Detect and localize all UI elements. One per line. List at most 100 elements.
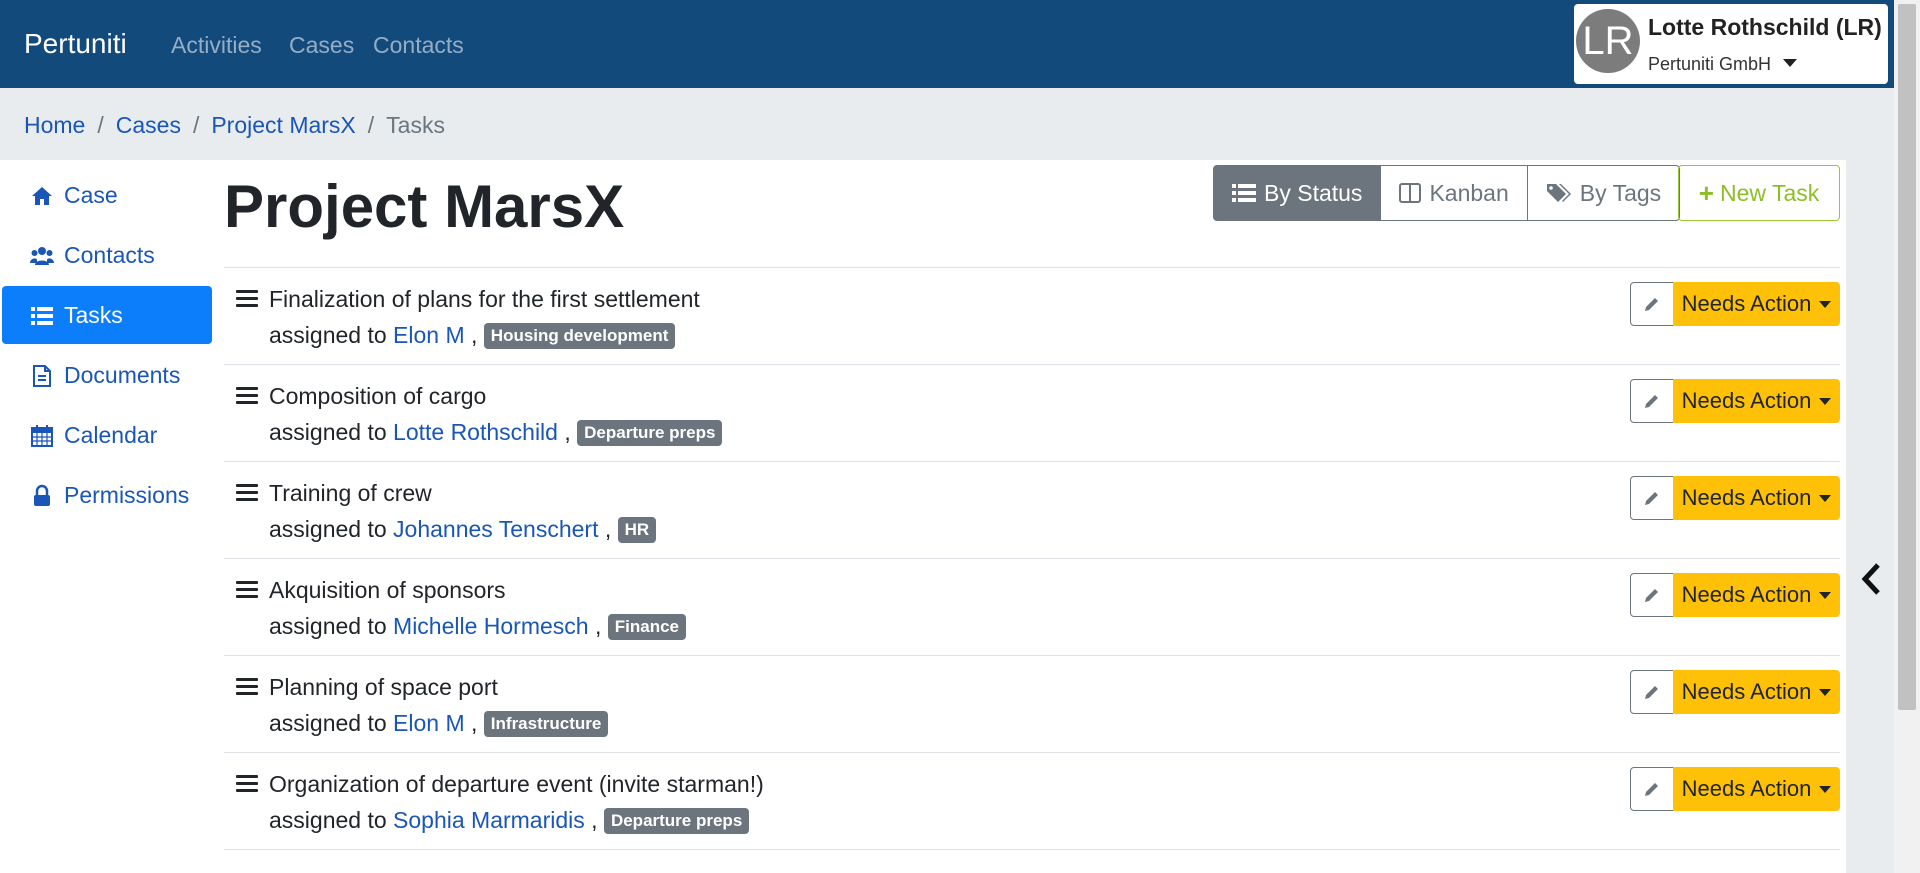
task-row: Finalization of plans for the first sett… [224,268,1840,365]
pencil-icon [1645,589,1658,602]
pencil-icon [1645,492,1658,505]
pencil-icon [1645,298,1658,311]
scrollbar-thumb[interactable] [1898,4,1916,710]
brand-logo[interactable]: Pertuniti [24,28,127,60]
breadcrumb-current: Tasks [386,112,445,138]
status-dropdown[interactable]: Needs Action [1673,573,1840,617]
edit-button[interactable] [1630,767,1674,811]
edit-button[interactable] [1630,670,1674,714]
breadcrumb: Home / Cases / Project MarsX / Tasks [24,112,445,139]
sidebar-item-label: Tasks [64,302,123,328]
view-kanban-button[interactable]: Kanban [1380,165,1528,221]
task-meta: assigned to Elon M , Infrastructure [269,710,609,737]
drag-handle-icon[interactable] [236,775,258,793]
view-by-tags-button[interactable]: By Tags [1526,165,1681,221]
assignee-link[interactable]: Michelle Hormesch [393,613,589,639]
task-title: Finalization of plans for the first sett… [269,286,700,312]
task-title: Composition of cargo [269,383,487,409]
sidebar-item-label: Calendar [64,422,158,448]
task-row: Akquisition of sponsors assigned to Mich… [224,559,1840,656]
drag-handle-icon[interactable] [236,581,258,599]
assigned-label: assigned to [269,322,387,348]
columns-icon [1399,183,1422,203]
sidebar-item-permissions[interactable]: Permissions [2,466,212,524]
drag-handle-icon[interactable] [236,484,258,502]
edit-button[interactable] [1630,573,1674,617]
status-dropdown[interactable]: Needs Action [1673,379,1840,423]
assignee-link[interactable]: Sophia Marmaridis [393,807,585,833]
status-dropdown[interactable]: Needs Action [1673,767,1840,811]
pencil-icon [1645,686,1658,699]
pencil-icon [1645,783,1658,796]
breadcrumb-project[interactable]: Project MarsX [211,112,355,138]
status-dropdown[interactable]: Needs Action [1673,476,1840,520]
tag-badge: Departure preps [577,420,723,446]
user-org: Pertuniti GmbH [1648,54,1798,75]
user-org-label: Pertuniti GmbH [1648,54,1772,74]
drag-handle-icon[interactable] [236,387,258,405]
tag-badge: Housing development [483,323,676,349]
assignee-link[interactable]: Lotte Rothschild [393,419,558,445]
assignee-link[interactable]: Elon M [393,710,465,736]
task-meta: assigned to Lotte Rothschild , Departure… [269,419,723,446]
edit-button[interactable] [1630,379,1674,423]
task-list: Finalization of plans for the first sett… [224,267,1840,850]
sidebar-item-documents[interactable]: Documents [2,346,212,404]
nav-link-contacts[interactable]: Contacts [373,32,464,59]
drag-handle-icon[interactable] [236,678,258,696]
chevron-down-icon [1819,591,1832,599]
sidebar-item-label: Permissions [64,482,190,508]
breadcrumb-separator: / [367,112,375,138]
drag-handle-icon[interactable] [236,290,258,308]
chevron-down-icon [1819,494,1832,502]
breadcrumb-cases[interactable]: Cases [116,112,181,138]
view-label: Kanban [1429,179,1509,206]
edit-button[interactable] [1630,282,1674,326]
chevron-down-icon [1819,785,1832,793]
task-row: Planning of space port assigned to Elon … [224,656,1840,753]
assignee-link[interactable]: Johannes Tenschert [393,516,598,542]
users-icon [30,247,54,265]
chevron-down-icon[interactable] [1783,59,1798,67]
nav-link-cases[interactable]: Cases [289,32,354,59]
status-label: Needs Action [1681,291,1812,316]
sidebar-item-label: Contacts [64,242,155,268]
list-icon [1232,184,1256,202]
assigned-label: assigned to [269,613,387,639]
sidebar-item-label: Case [64,182,118,208]
task-meta: assigned to Elon M , Housing development [269,322,676,349]
breadcrumb-home[interactable]: Home [24,112,85,138]
task-title: Planning of space port [269,674,498,700]
status-dropdown[interactable]: Needs Action [1673,670,1840,714]
sidebar-item-tasks[interactable]: Tasks [2,286,212,344]
user-menu[interactable]: LR Lotte Rothschild (LR) Pertuniti GmbH [1574,4,1888,84]
sidebar-item-calendar[interactable]: Calendar [2,406,212,464]
task-title: Organization of departure event (invite … [269,771,764,797]
home-icon [32,187,52,205]
view-label: By Tags [1579,179,1662,206]
new-task-button[interactable]: + New Task [1678,165,1840,221]
status-label: Needs Action [1681,485,1812,510]
sidebar-item-label: Documents [64,362,181,388]
tag-badge: Infrastructure [483,711,609,737]
nav-link-activities[interactable]: Activities [171,32,262,59]
view-label: By Status [1264,179,1363,206]
status-dropdown[interactable]: Needs Action [1673,282,1840,326]
avatar: LR [1576,9,1640,73]
chevron-left-icon[interactable] [1860,562,1882,596]
view-toggle-group: By Status Kanban By Tags [1213,165,1681,221]
edit-button[interactable] [1630,476,1674,520]
user-name: Lotte Rothschild (LR) [1648,14,1882,40]
tag-badge: Finance [607,614,687,640]
view-by-status-button[interactable]: By Status [1213,165,1382,221]
lock-icon [34,484,50,506]
status-label: Needs Action [1681,388,1812,413]
document-icon [33,365,51,387]
sidebar-item-contacts[interactable]: Contacts [2,226,212,284]
status-label: Needs Action [1681,679,1812,704]
breadcrumb-separator: / [192,112,200,138]
assignee-link[interactable]: Elon M [393,322,465,348]
sidebar-item-case[interactable]: Case [2,166,212,224]
task-meta: assigned to Michelle Hormesch , Finance [269,613,687,640]
pencil-icon [1645,395,1658,408]
